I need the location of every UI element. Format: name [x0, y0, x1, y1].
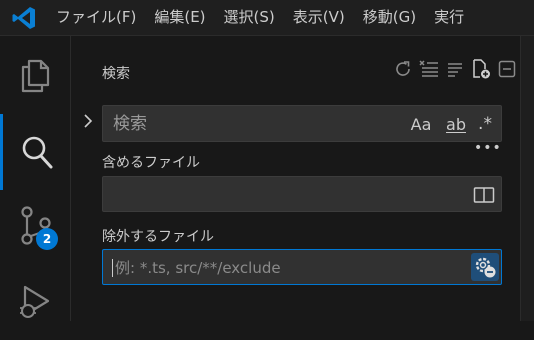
title-bar: ファイル(F) 編集(E) 選択(S) 表示(V) 移動(G) 実行: [0, 0, 534, 36]
explorer-button[interactable]: [0, 38, 70, 114]
search-box: Aa ab .*: [102, 105, 502, 142]
include-input[interactable]: [113, 177, 393, 211]
toggle-replace-button[interactable]: [79, 110, 97, 132]
search-input[interactable]: [113, 106, 393, 141]
chevron-right-icon: [84, 114, 93, 128]
search-only-open-editors-button[interactable]: [473, 185, 495, 205]
match-case-toggle[interactable]: Aa: [407, 112, 435, 136]
book-icon: [473, 187, 495, 203]
vscode-logo-icon[interactable]: [0, 0, 48, 35]
collapse-all-icon[interactable]: [444, 58, 466, 80]
new-search-editor-icon[interactable]: [470, 58, 492, 80]
toggle-search-details-button[interactable]: •••: [474, 141, 501, 157]
text-caret: [112, 259, 113, 277]
run-debug-icon: [20, 285, 50, 318]
source-control-badge: 2: [36, 228, 58, 250]
clear-results-icon[interactable]: [418, 58, 440, 80]
menu-go[interactable]: 移動(G): [354, 0, 425, 35]
refresh-icon[interactable]: [392, 58, 414, 80]
run-debug-button[interactable]: [0, 264, 70, 340]
menu-selection[interactable]: 選択(S): [215, 0, 284, 35]
search-view-actions: [392, 58, 518, 80]
menu-edit[interactable]: 編集(E): [145, 0, 214, 35]
search-view-title: 検索: [102, 66, 130, 82]
gear-exclude-icon: [475, 257, 496, 278]
menu-file[interactable]: ファイル(F): [48, 0, 145, 35]
menu-view[interactable]: 表示(V): [284, 0, 354, 35]
activity-bar: 2: [0, 36, 71, 321]
exclude-label: 除外するファイル: [102, 229, 214, 245]
source-control-button[interactable]: [0, 188, 70, 264]
include-box: [102, 176, 502, 212]
editor-edge: [520, 36, 534, 321]
use-exclude-settings-button[interactable]: [471, 253, 499, 281]
files-icon: [21, 59, 50, 93]
match-whole-word-toggle[interactable]: ab: [441, 112, 471, 136]
exclude-box: [102, 249, 502, 285]
exclude-input[interactable]: [115, 250, 395, 284]
include-label: 含めるファイル: [102, 155, 200, 171]
menu-run[interactable]: 実行: [425, 0, 473, 35]
search-icon: [22, 136, 52, 169]
search-panel: 検索 Aa ab .* ••• 含めるファイル 除外するファイル: [71, 36, 520, 321]
view-as-tree-icon[interactable]: [496, 58, 518, 80]
use-regex-toggle[interactable]: .*: [473, 112, 497, 136]
search-view-button[interactable]: [0, 114, 70, 190]
